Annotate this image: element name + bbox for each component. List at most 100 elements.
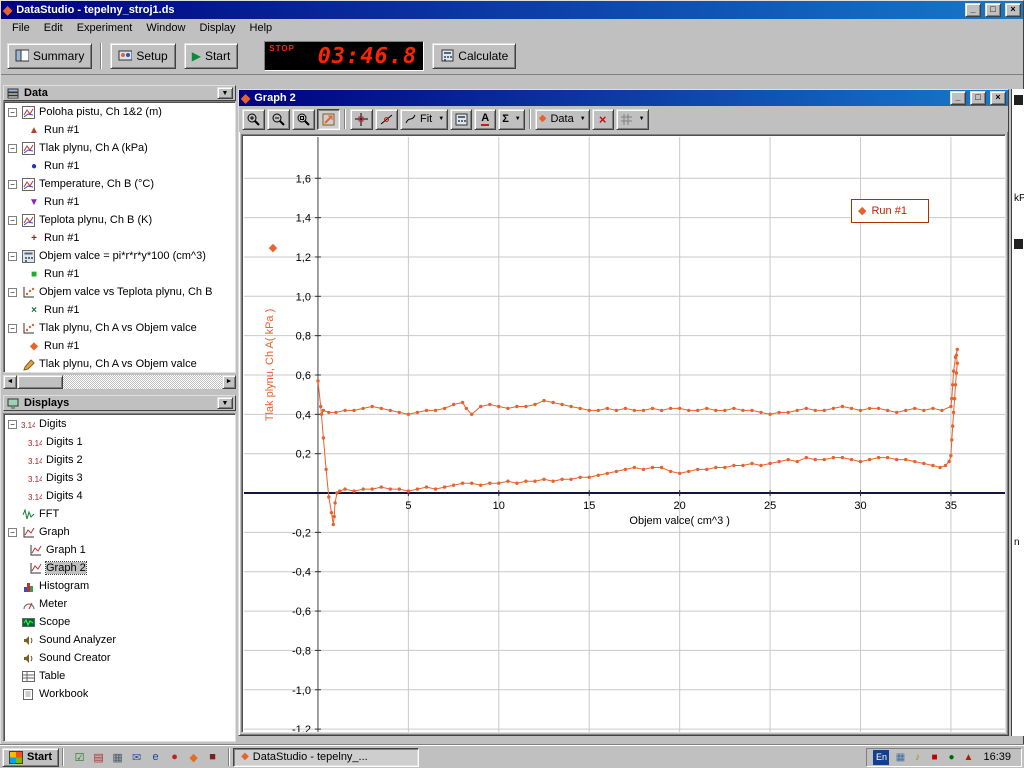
- summary-button[interactable]: Summary: [7, 43, 92, 69]
- data-item-poloha-pistu-ch-1-2-m[interactable]: −Poloha pistu, Ch 1&2 (m): [4, 103, 235, 121]
- tray-icon-5[interactable]: ▲: [961, 750, 975, 764]
- expander-icon[interactable]: −: [8, 144, 17, 153]
- slope-tool-button[interactable]: [375, 109, 398, 130]
- zoom-out-button[interactable]: [267, 109, 290, 130]
- data-panel-menu-button[interactable]: ▼: [217, 87, 233, 99]
- tray-icon-1[interactable]: ▦: [893, 750, 907, 764]
- tray-icon-4[interactable]: ●: [944, 750, 958, 764]
- quick-launch-1-icon[interactable]: ☑: [71, 749, 88, 766]
- display-item-graph[interactable]: −Graph: [4, 523, 235, 541]
- data-tree-hscrollbar[interactable]: ◄ ►: [3, 375, 236, 389]
- scale-to-fit-button[interactable]: [317, 109, 340, 130]
- data-item-objem-valce-vs-teplota-plynu-ch-[interactable]: −Objem valce vs Teplota plynu, Ch B: [4, 283, 235, 301]
- smart-tool-button[interactable]: [350, 109, 373, 130]
- tray-icon-3[interactable]: ■: [927, 750, 941, 764]
- start-button[interactable]: Start: [2, 748, 59, 767]
- display-item-digits-4[interactable]: 3.14Digits 4: [4, 487, 235, 505]
- fit-dropdown[interactable]: Fit ▼: [400, 109, 448, 130]
- display-item-digits[interactable]: −3.14Digits: [4, 415, 235, 433]
- zoom-in-button[interactable]: [242, 109, 265, 130]
- statistics-dropdown[interactable]: Σ ▼: [498, 109, 525, 130]
- graph-calculate-button[interactable]: [450, 109, 472, 130]
- menu-help[interactable]: Help: [243, 20, 280, 36]
- display-item-fft[interactable]: FFT: [4, 505, 235, 523]
- display-item-histogram[interactable]: Histogram: [4, 577, 235, 595]
- text-annotation-button[interactable]: A: [474, 109, 496, 130]
- data-run-tlak-plynu-ch-a-kpa[interactable]: ●Run #1: [4, 157, 235, 175]
- start-play-icon: ▶: [192, 49, 201, 63]
- quick-launch-5-icon[interactable]: e: [147, 749, 164, 766]
- setup-button[interactable]: Setup: [110, 43, 175, 69]
- scroll-left-button[interactable]: ◄: [3, 375, 17, 389]
- menu-window[interactable]: Window: [139, 20, 192, 36]
- display-item-meter[interactable]: Meter: [4, 595, 235, 613]
- graph-settings-dropdown[interactable]: ▼: [616, 109, 649, 130]
- quick-launch-6-icon[interactable]: ●: [166, 749, 183, 766]
- menu-experiment[interactable]: Experiment: [70, 20, 140, 36]
- data-item-tlak-plynu-ch-a-vs-objem-valce[interactable]: Tlak plynu, Ch A vs Objem valce: [4, 355, 235, 373]
- graph-minimize-button[interactable]: _: [950, 91, 966, 105]
- quick-launch-2-icon[interactable]: ▤: [90, 749, 107, 766]
- display-item-digits-1[interactable]: 3.14Digits 1: [4, 433, 235, 451]
- graph-maximize-button[interactable]: □: [970, 91, 986, 105]
- data-item-tlak-plynu-ch-a-vs-objem-valce[interactable]: −Tlak plynu, Ch A vs Objem valce: [4, 319, 235, 337]
- display-item-workbook[interactable]: Workbook: [4, 685, 235, 703]
- quick-launch-3-icon[interactable]: ▦: [109, 749, 126, 766]
- expander-icon[interactable]: −: [8, 288, 17, 297]
- pv-diagram-chart[interactable]: 1,61,41,21,00,80,60,40,2-0,2-0,4-0,6-0,8…: [242, 135, 1006, 733]
- graph-legend[interactable]: ◆ Run #1: [851, 199, 929, 223]
- scroll-track[interactable]: [17, 375, 222, 389]
- graph-close-button[interactable]: ×: [990, 91, 1006, 105]
- tray-icon-2[interactable]: ♪: [910, 750, 924, 764]
- data-item-temperature-ch-b-c[interactable]: −Temperature, Ch B (°C): [4, 175, 235, 193]
- svg-text:0,4: 0,4: [296, 409, 311, 421]
- close-button[interactable]: ×: [1005, 3, 1021, 17]
- start-experiment-button[interactable]: ▶ Start: [184, 43, 239, 69]
- expander-icon[interactable]: −: [8, 252, 17, 261]
- display-item-sound-creator[interactable]: Sound Creator: [4, 649, 235, 667]
- data-item-teplota-plynu-ch-b-k[interactable]: −Teplota plynu, Ch B (K): [4, 211, 235, 229]
- display-item-digits-2[interactable]: 3.14Digits 2: [4, 451, 235, 469]
- quick-launch-7-icon[interactable]: ◆: [185, 749, 202, 766]
- minimize-button[interactable]: _: [965, 3, 981, 17]
- data-run-objem-valce-vs-teplota-plynu-ch-[interactable]: ×Run #1: [4, 301, 235, 319]
- menu-file[interactable]: File: [5, 20, 37, 36]
- data-run-tlak-plynu-ch-a-vs-objem-valce[interactable]: ◆Run #1: [4, 337, 235, 355]
- maximize-button[interactable]: □: [985, 3, 1001, 17]
- zoom-select-button[interactable]: [292, 109, 315, 130]
- graph-toolbar-separator: [529, 109, 531, 129]
- quick-launch-8-icon[interactable]: ■: [204, 749, 221, 766]
- data-item-tlak-plynu-ch-a-kpa[interactable]: −Tlak plynu, Ch A (kPa): [4, 139, 235, 157]
- scroll-right-button[interactable]: ►: [222, 375, 236, 389]
- graph-plot-area[interactable]: 1,61,41,21,00,80,60,40,2-0,2-0,4-0,6-0,8…: [241, 134, 1006, 733]
- data-run-objem-valce-pi-r-r-y-100-cm-3[interactable]: ■Run #1: [4, 265, 235, 283]
- calculate-button[interactable]: Calculate: [432, 43, 516, 69]
- expander-icon[interactable]: −: [8, 108, 17, 117]
- data-run-teplota-plynu-ch-b-k[interactable]: +Run #1: [4, 229, 235, 247]
- display-item-graph-2[interactable]: Graph 2: [4, 559, 235, 577]
- display-item-graph-1[interactable]: Graph 1: [4, 541, 235, 559]
- expander-icon[interactable]: −: [8, 180, 17, 189]
- data-item-objem-valce-pi-r-r-y-100-cm-3[interactable]: −Objem valce = pi*r*r*y*100 (cm^3): [4, 247, 235, 265]
- data-run-poloha-pistu-ch-1-2-m[interactable]: ▲Run #1: [4, 121, 235, 139]
- display-item-table[interactable]: Table: [4, 667, 235, 685]
- display-item-digits-3[interactable]: 3.14Digits 3: [4, 469, 235, 487]
- scroll-thumb[interactable]: [17, 375, 63, 389]
- remove-button[interactable]: ×: [592, 109, 614, 130]
- language-indicator[interactable]: En: [873, 750, 889, 765]
- quick-launch-4-icon[interactable]: ✉: [128, 749, 145, 766]
- data-run-temperature-ch-b-c[interactable]: ▼Run #1: [4, 193, 235, 211]
- expander-icon[interactable]: −: [8, 420, 17, 429]
- data-tree: −Poloha pistu, Ch 1&2 (m)▲Run #1−Tlak pl…: [3, 101, 236, 373]
- expander-icon[interactable]: −: [8, 324, 17, 333]
- expander-icon[interactable]: −: [8, 216, 17, 225]
- taskbar-task-datastudio[interactable]: ◆ DataStudio - tepelny_...: [233, 748, 419, 767]
- expander-icon[interactable]: −: [8, 528, 17, 537]
- menu-display[interactable]: Display: [192, 20, 242, 36]
- display-item-scope[interactable]: Scope: [4, 613, 235, 631]
- fit-label: Fit: [420, 113, 432, 125]
- displays-panel-menu-button[interactable]: ▼: [217, 397, 233, 409]
- menu-edit[interactable]: Edit: [37, 20, 70, 36]
- data-dropdown[interactable]: ◆ Data ▼: [535, 109, 590, 130]
- display-item-sound-analyzer[interactable]: Sound Analyzer: [4, 631, 235, 649]
